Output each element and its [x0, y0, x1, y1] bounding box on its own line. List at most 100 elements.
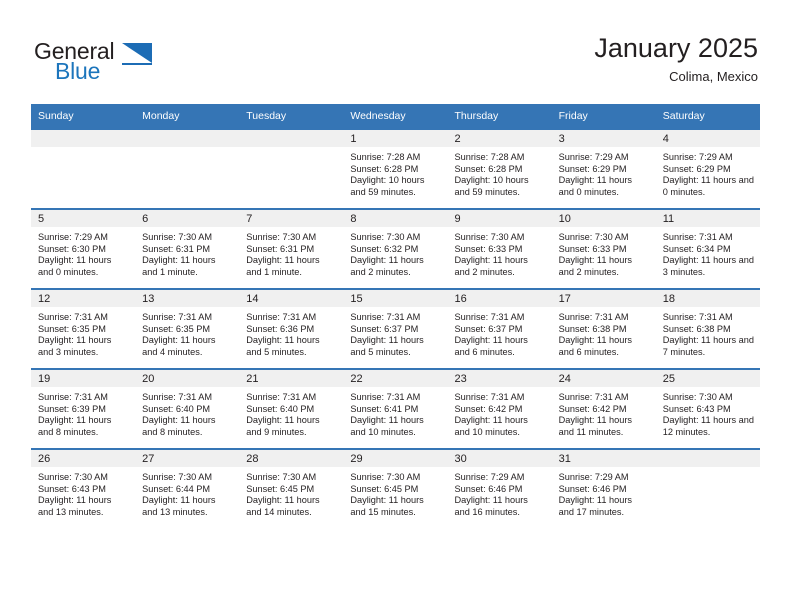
calendar-day-cell[interactable]: 12 Sunrise: 7:31 AM Sunset: 6:35 PM Dayligh…	[31, 288, 136, 369]
calendar-day-cell[interactable]: 14 Sunrise: 7:31 AM Sunset: 6:36 PM Dayligh…	[239, 288, 344, 369]
day-cell-inner: 28 Sunrise: 7:30 AM Sunset: 6:45 PM Dayligh…	[239, 450, 344, 528]
calendar-day-cell[interactable]: 17 Sunrise: 7:31 AM Sunset: 6:38 PM Dayligh…	[551, 288, 656, 369]
calendar-day-cell[interactable]: 10 Sunrise: 7:30 AM Sunset: 6:33 PM Dayligh…	[551, 208, 656, 289]
weekday-header-sunday: Sunday	[31, 104, 136, 129]
calendar-day-cell[interactable]: 25 Sunrise: 7:30 AM Sunset: 6:43 PM Dayligh…	[655, 368, 760, 449]
calendar-day-cell[interactable]: 1 Sunrise: 7:28 AM Sunset: 6:28 PM Daylight…	[343, 128, 448, 209]
sunrise-text: Sunrise: 7:31 AM	[38, 392, 108, 402]
calendar-week-row: 12 Sunrise: 7:31 AM Sunset: 6:35 PM Dayligh…	[31, 288, 760, 369]
calendar-day-cell[interactable]: 26 Sunrise: 7:30 AM Sunset: 6:43 PM Dayligh…	[31, 448, 136, 528]
sunrise-text: Sunrise: 7:28 AM	[350, 152, 421, 162]
day-cell-inner: 2 Sunrise: 7:28 AM Sunset: 6:28 PM Daylight…	[447, 130, 552, 208]
calendar-day-cell[interactable]: 8 Sunrise: 7:30 AM Sunset: 6:32 PM Daylight…	[343, 208, 448, 289]
calendar-day-cell[interactable]: 27 Sunrise: 7:30 AM Sunset: 6:44 PM Dayligh…	[135, 448, 240, 528]
day-number: 19	[31, 370, 136, 387]
daylight-text: Daylight: 11 hours and 8 minutes.	[38, 415, 112, 437]
day-details: Sunrise: 7:28 AM Sunset: 6:28 PM Daylight:…	[343, 147, 447, 198]
calendar-week-row: 1 Sunrise: 7:28 AM Sunset: 6:28 PM Daylight…	[31, 128, 760, 209]
calendar-day-cell[interactable]: 28 Sunrise: 7:30 AM Sunset: 6:45 PM Dayligh…	[239, 448, 344, 528]
day-details: Sunrise: 7:29 AM Sunset: 6:46 PM Daylight:…	[448, 467, 552, 518]
page-subtitle: Colima, Mexico	[669, 69, 758, 84]
sunrise-text: Sunrise: 7:31 AM	[38, 312, 108, 322]
sunset-text: Sunset: 6:33 PM	[454, 243, 523, 254]
sunrise-text: Sunrise: 7:30 AM	[38, 472, 108, 482]
sunset-text: Sunset: 6:44 PM	[142, 483, 211, 494]
daylight-text: Daylight: 11 hours and 10 minutes.	[350, 415, 424, 437]
sunrise-text: Sunrise: 7:30 AM	[142, 232, 213, 242]
calendar-day-cell[interactable]: 11 Sunrise: 7:31 AM Sunset: 6:34 PM Dayligh…	[655, 208, 760, 289]
day-details: Sunrise: 7:31 AM Sunset: 6:36 PM Daylight:…	[239, 307, 343, 358]
sunset-text: Sunset: 6:35 PM	[142, 323, 211, 334]
day-number: 18	[655, 290, 760, 307]
day-cell-inner: 30 Sunrise: 7:29 AM Sunset: 6:46 PM Dayligh…	[447, 450, 552, 528]
sunset-text: Sunset: 6:33 PM	[558, 243, 627, 254]
day-number: 24	[551, 370, 656, 387]
calendar-day-cell[interactable]: 9 Sunrise: 7:30 AM Sunset: 6:33 PM Daylight…	[447, 208, 552, 289]
calendar-day-cell[interactable]: 19 Sunrise: 7:31 AM Sunset: 6:39 PM Dayligh…	[31, 368, 136, 449]
weekday-header-wednesday: Wednesday	[343, 104, 448, 129]
day-details: Sunrise: 7:30 AM Sunset: 6:44 PM Daylight:…	[135, 467, 239, 518]
sunrise-text: Sunrise: 7:30 AM	[558, 232, 629, 242]
calendar-day-cell[interactable]: 7 Sunrise: 7:30 AM Sunset: 6:31 PM Daylight…	[239, 208, 344, 289]
calendar-day-cell[interactable]: 23 Sunrise: 7:31 AM Sunset: 6:42 PM Dayligh…	[447, 368, 552, 449]
day-number: 20	[135, 370, 240, 387]
calendar-day-cell[interactable]: 24 Sunrise: 7:31 AM Sunset: 6:42 PM Dayligh…	[551, 368, 656, 449]
calendar-day-cell[interactable]: 29 Sunrise: 7:30 AM Sunset: 6:45 PM Dayligh…	[343, 448, 448, 528]
calendar-day-cell[interactable]: 21 Sunrise: 7:31 AM Sunset: 6:40 PM Dayligh…	[239, 368, 344, 449]
calendar-day-cell[interactable]: 13 Sunrise: 7:31 AM Sunset: 6:35 PM Dayligh…	[135, 288, 240, 369]
calendar-day-cell[interactable]: 31 Sunrise: 7:29 AM Sunset: 6:46 PM Dayligh…	[551, 448, 656, 528]
daylight-text: Daylight: 11 hours and 13 minutes.	[142, 495, 216, 517]
day-number: 26	[31, 450, 136, 467]
calendar-day-cell[interactable]: 30 Sunrise: 7:29 AM Sunset: 6:46 PM Dayligh…	[447, 448, 552, 528]
weekday-header-row: Sunday Monday Tuesday Wednesday Thursday…	[31, 104, 760, 129]
day-number: 13	[135, 290, 240, 307]
day-number: 17	[551, 290, 656, 307]
day-number: 31	[551, 450, 656, 467]
calendar-day-cell[interactable]: 4 Sunrise: 7:29 AM Sunset: 6:29 PM Daylight…	[655, 128, 760, 209]
day-number: 16	[447, 290, 552, 307]
day-cell-inner: 13 Sunrise: 7:31 AM Sunset: 6:35 PM Dayligh…	[135, 290, 240, 368]
day-number: 6	[135, 210, 240, 227]
sunset-text: Sunset: 6:41 PM	[350, 403, 419, 414]
sunrise-text: Sunrise: 7:30 AM	[350, 232, 421, 242]
calendar-day-cell[interactable]: 5 Sunrise: 7:29 AM Sunset: 6:30 PM Daylight…	[31, 208, 136, 289]
sunrise-text: Sunrise: 7:31 AM	[246, 392, 317, 402]
calendar-day-cell[interactable]: 6 Sunrise: 7:30 AM Sunset: 6:31 PM Daylight…	[135, 208, 240, 289]
triangle-logo-icon	[122, 43, 152, 63]
daylight-text: Daylight: 11 hours and 13 minutes.	[38, 495, 112, 517]
day-number: 5	[31, 210, 136, 227]
sunset-text: Sunset: 6:31 PM	[142, 243, 211, 254]
sunrise-text: Sunrise: 7:31 AM	[350, 312, 421, 322]
day-number: 27	[135, 450, 240, 467]
weekday-header-monday: Monday	[135, 104, 240, 129]
sunrise-text: Sunrise: 7:31 AM	[350, 392, 421, 402]
calendar-week-row: 5 Sunrise: 7:29 AM Sunset: 6:30 PM Daylight…	[31, 208, 760, 289]
daylight-text: Daylight: 11 hours and 12 minutes.	[662, 415, 755, 437]
brand-name-blue: Blue	[55, 58, 101, 84]
daylight-text: Daylight: 11 hours and 7 minutes.	[662, 335, 755, 357]
calendar-day-cell[interactable]: 3 Sunrise: 7:29 AM Sunset: 6:29 PM Daylight…	[551, 128, 656, 209]
sunrise-text: Sunrise: 7:29 AM	[558, 472, 629, 482]
day-details: Sunrise: 7:30 AM Sunset: 6:31 PM Daylight:…	[239, 227, 343, 278]
calendar-day-cell[interactable]: 2 Sunrise: 7:28 AM Sunset: 6:28 PM Daylight…	[447, 128, 552, 209]
weekday-header-tuesday: Tuesday	[239, 104, 344, 129]
day-cell-inner: 5 Sunrise: 7:29 AM Sunset: 6:30 PM Daylight…	[31, 210, 136, 288]
brand-logo[interactable]: General Blue	[34, 38, 214, 90]
daylight-text: Daylight: 11 hours and 5 minutes.	[350, 335, 424, 357]
calendar-day-cell[interactable]: 22 Sunrise: 7:31 AM Sunset: 6:41 PM Dayligh…	[343, 368, 448, 449]
day-number: 22	[343, 370, 448, 387]
sunset-text: Sunset: 6:38 PM	[558, 323, 627, 334]
calendar-day-cell[interactable]: 16 Sunrise: 7:31 AM Sunset: 6:37 PM Dayligh…	[447, 288, 552, 369]
calendar-day-cell[interactable]: 18 Sunrise: 7:31 AM Sunset: 6:38 PM Dayligh…	[655, 288, 760, 369]
day-details: Sunrise: 7:31 AM Sunset: 6:39 PM Daylight:…	[31, 387, 135, 438]
daylight-text: Daylight: 11 hours and 0 minutes.	[38, 255, 112, 277]
day-cell-inner: 29 Sunrise: 7:30 AM Sunset: 6:45 PM Dayligh…	[343, 450, 448, 528]
page-title: January 2025	[594, 33, 758, 63]
day-cell-inner: 20 Sunrise: 7:31 AM Sunset: 6:40 PM Dayligh…	[135, 370, 240, 448]
day-details: Sunrise: 7:30 AM Sunset: 6:33 PM Daylight:…	[448, 227, 552, 278]
calendar-day-cell[interactable]: 15 Sunrise: 7:31 AM Sunset: 6:37 PM Dayligh…	[343, 288, 448, 369]
sunrise-text: Sunrise: 7:29 AM	[38, 232, 108, 242]
sunset-text: Sunset: 6:36 PM	[246, 323, 315, 334]
calendar-day-cell[interactable]: 20 Sunrise: 7:31 AM Sunset: 6:40 PM Dayligh…	[135, 368, 240, 449]
sunset-text: Sunset: 6:39 PM	[38, 403, 106, 414]
